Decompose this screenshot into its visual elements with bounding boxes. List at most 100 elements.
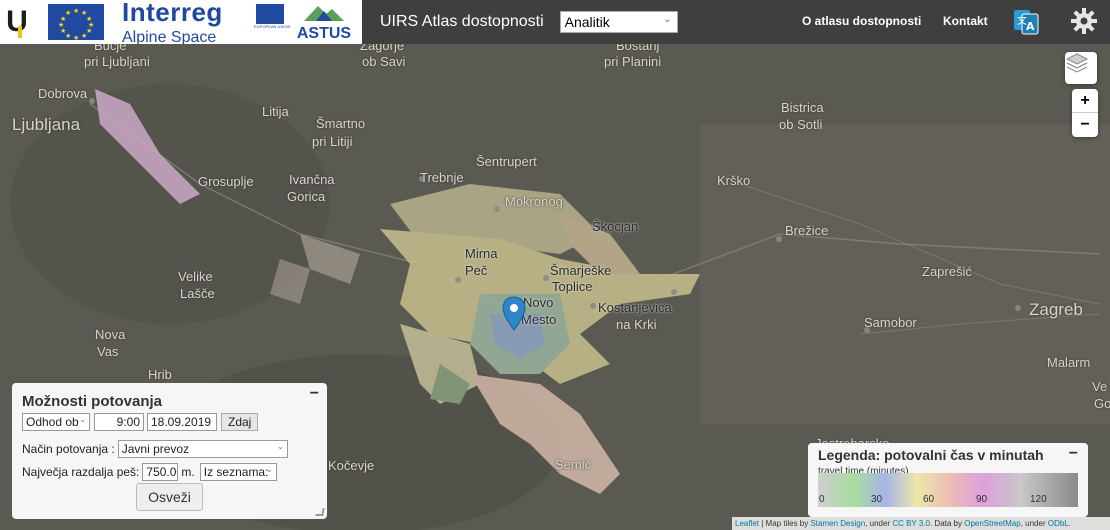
zoom-in-button[interactable]: + [1072,89,1098,113]
place-label: Ivančna [289,172,335,187]
legend-panel: Legenda: potovalni čas v minutah − trave… [808,443,1088,517]
zoom-control: + − [1072,89,1098,137]
attribution-text: , under [865,519,893,528]
place-label: Bučje [94,44,127,53]
place-label: Malarm [1047,355,1091,370]
eu-small-label: EUROPEAN UNION [254,24,291,29]
place-label: pri Planini [604,54,662,69]
place-label: Vas [97,344,119,359]
mode-select[interactable]: Analitik ⌄ [559,11,678,33]
place-label: Šmartno [316,116,366,131]
chevron-down-icon: ⌄ [277,442,284,451]
place-label: Trebnje [420,170,464,185]
now-button[interactable]: Zdaj [221,413,259,431]
time-input[interactable]: 9:00 [94,413,144,431]
place-label: Ljubljana [12,115,81,134]
place-label: Kostanjevica [598,300,672,315]
place-label: Krško [717,173,751,188]
options-minimize-button[interactable]: − [310,385,319,403]
place-label: Zaprešić [922,264,972,279]
travel-mode-value: Javni prevoz [121,442,190,456]
layers-button[interactable] [1065,52,1097,84]
interreg-logo: Interreg Alpine Space [122,0,252,47]
place-label: Samobor [864,315,917,330]
place-label: Bistrica [781,100,824,115]
place-label: na Krki [616,317,657,332]
place-label: Dobrova [38,86,88,101]
place-label: Semič [555,457,592,472]
attribution-text: . Data by [929,519,965,528]
place-label: Nova [95,327,126,342]
legend-minimize-button[interactable]: − [1069,445,1078,463]
walk-distance-input[interactable]: 750.00 [142,463,179,481]
place-label: Go [1094,396,1110,411]
travel-mode-label: Način potovanja : [22,442,115,456]
legend-title: Legenda: potovalni čas v minutah [818,447,1044,463]
place-label: Šmarješke [550,263,612,278]
odbl-link[interactable]: ODbL. [1048,519,1071,528]
place-label: Litija [262,104,289,119]
place-label: Hrib [148,367,172,382]
astus-logo: ASTUS [294,3,354,42]
departure-mode-value: Odhod ob [26,415,79,429]
place-label: Ve [1092,379,1108,394]
leaflet-link[interactable]: Leaflet [735,519,759,528]
place-label: Peč [465,263,488,278]
walk-preset-select[interactable]: Iz seznama: ⌄ [199,463,277,481]
svg-text:A: A [1026,20,1035,33]
legend-tick: 60 [923,494,935,505]
app-title: UIRS Atlas dostopnosti [380,13,544,30]
legend-tick: 120 [1030,494,1047,505]
chevron-down-icon: ⌄ [663,14,672,25]
gear-icon[interactable] [1070,7,1098,35]
uirs-logo-letter: U [6,5,28,38]
place-label: Mesto [521,312,557,327]
place-label: Grosuplje [198,174,254,189]
eu-flag-icon: ★ ★ ★ ★ ★ ★ ★ ★ ★ ★ ★ ★ [48,4,104,42]
nav-about-link[interactable]: O atlasu dostopnosti [802,14,921,28]
date-input[interactable]: 18.09.2019 [147,413,217,431]
walk-preset-value: Iz seznama: [203,465,269,479]
interreg-title: Interreg [122,0,223,27]
translate-icon[interactable]: 文 A [1013,9,1039,35]
place-label: Zagreb [1029,300,1083,319]
mountain-icon [304,5,344,21]
place-label: Mirna [465,246,498,261]
legend-tick: 90 [976,494,988,505]
place-label: Velike [178,269,213,284]
refresh-button[interactable]: Osveži [136,483,203,511]
place-label: pri Ljubljani [84,54,150,69]
place-label: Šentrupert [476,154,537,169]
eu-flag-small-icon [256,4,284,24]
resize-handle[interactable] [315,508,325,516]
walk-distance-label: Največja razdalja peš: [22,465,140,479]
stamen-link[interactable]: Stamen Design [810,519,865,528]
astus-label: ASTUS [296,24,352,42]
top-header: U ★ ★ ★ ★ ★ ★ ★ ★ ★ ★ ★ ★ Interreg Alpine Space … [0,0,1110,47]
zoom-out-button[interactable]: − [1072,113,1098,137]
departure-mode-select[interactable]: Odhod ob ⌄ [22,413,90,431]
place-label: Kočevje [328,458,375,473]
ccby-link[interactable]: CC BY 3.0 [892,519,930,528]
location-marker-icon[interactable] [502,296,526,332]
logo-area: U ★ ★ ★ ★ ★ ★ ★ ★ ★ ★ ★ ★ Interreg Alpine Space … [0,0,362,47]
uirs-logo[interactable]: U [0,0,34,44]
place-label: Lašče [180,286,215,301]
legend-tick: 30 [871,494,883,505]
map-attribution: Leaflet | Map tiles by Stamen Design, un… [732,517,1110,530]
layers-icon [1065,53,1089,73]
osm-link[interactable]: OpenStreetMap [964,519,1020,528]
attribution-text: , under [1020,519,1048,528]
travel-mode-select[interactable]: Javni prevoz ⌄ [117,440,288,458]
place-label: ob Savi [362,54,406,69]
place-label: pri Litiji [312,134,353,149]
place-label: Gorica [287,189,326,204]
place-label: ob Sotli [779,117,823,132]
walk-unit: m. [181,465,195,479]
chevron-down-icon: ⌄ [266,465,273,474]
place-label: Škocjan [592,219,639,234]
mode-select-value: Analitik [564,14,610,30]
place-label: Novo [523,295,554,310]
nav-contact-link[interactable]: Kontakt [943,14,988,28]
chevron-down-icon: ⌄ [79,415,86,424]
